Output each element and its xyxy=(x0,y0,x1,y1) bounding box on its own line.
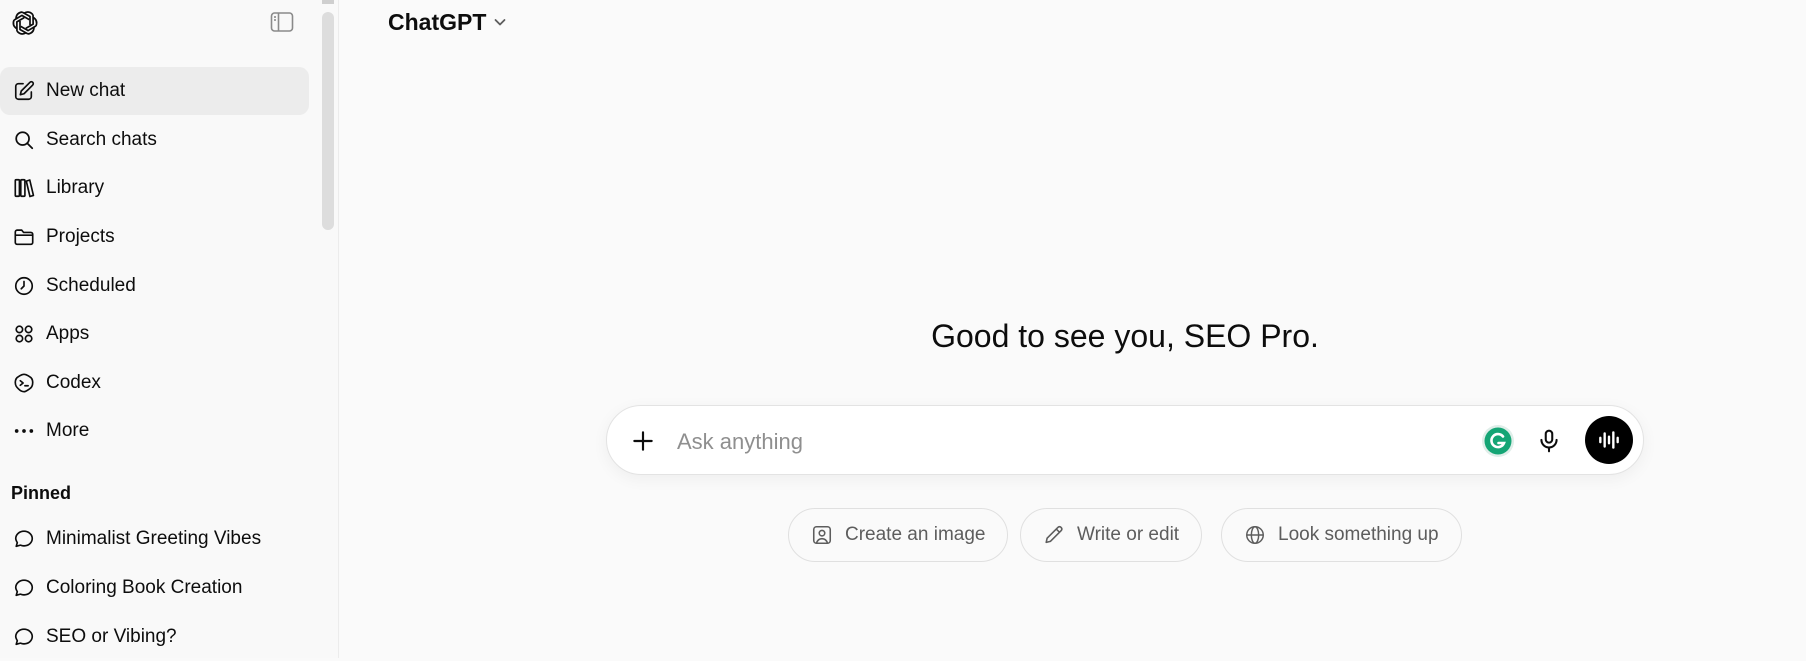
write-or-edit-button[interactable]: Write or edit xyxy=(1020,508,1203,562)
model-label: ChatGPT xyxy=(388,8,487,35)
grammarly-icon[interactable] xyxy=(1481,424,1515,458)
sidebar-item-label: More xyxy=(46,420,90,441)
create-image-button[interactable]: Create an image xyxy=(788,508,1009,562)
sidebar-item-scheduled[interactable]: Scheduled xyxy=(0,262,309,310)
sidebar-item-codex[interactable]: Codex xyxy=(0,359,309,407)
model-selector[interactable]: ChatGPT xyxy=(388,6,508,38)
pinned-chat-item[interactable]: Minimalist Greeting Vibes xyxy=(0,515,309,563)
sidebar-item-new-chat[interactable]: New chat xyxy=(0,67,309,115)
voice-mode-icon[interactable] xyxy=(1585,416,1633,464)
sidebar-item-more[interactable]: More xyxy=(0,407,309,455)
plus-icon[interactable] xyxy=(627,425,659,457)
search-icon xyxy=(12,128,36,152)
sidebar: New chat Search chats Library Projects S… xyxy=(0,0,339,658)
chevron-down-icon xyxy=(494,19,506,26)
scrollbar-up-arrow[interactable] xyxy=(322,0,334,4)
chat-bubble-icon xyxy=(12,527,36,551)
sidebar-toggle-icon[interactable] xyxy=(270,11,294,33)
greeting-heading: Good to see you, SEO Pro. xyxy=(931,318,1319,354)
folder-icon xyxy=(12,225,36,249)
pinned-section-label: Pinned xyxy=(11,483,72,503)
codex-icon xyxy=(12,371,36,395)
sidebar-item-apps[interactable]: Apps xyxy=(0,310,309,358)
sidebar-item-label: Scheduled xyxy=(46,275,136,296)
chip-label: Look something up xyxy=(1278,524,1439,545)
pinned-chat-item[interactable]: SEO or Vibing? xyxy=(0,613,309,661)
edit-icon xyxy=(12,79,36,103)
sidebar-item-label: New chat xyxy=(46,80,126,101)
ask-input[interactable] xyxy=(675,422,1479,462)
sidebar-item-search-chats[interactable]: Search chats xyxy=(0,116,309,164)
sidebar-item-label: Apps xyxy=(46,323,90,344)
chat-bubble-icon xyxy=(12,625,36,649)
sidebar-item-label: SEO or Vibing? xyxy=(46,626,177,647)
scrollbar-thumb[interactable] xyxy=(322,12,334,230)
more-dots-icon xyxy=(12,419,36,443)
sidebar-item-library[interactable]: Library xyxy=(0,164,309,212)
apps-grid-icon xyxy=(12,322,36,346)
composer xyxy=(606,405,1644,475)
openai-logo-icon[interactable] xyxy=(10,8,40,38)
sidebar-item-projects[interactable]: Projects xyxy=(0,213,309,261)
look-something-up-button[interactable]: Look something up xyxy=(1221,508,1462,562)
microphone-icon[interactable] xyxy=(1531,423,1567,459)
pencil-icon xyxy=(1045,526,1063,544)
sidebar-item-label: Minimalist Greeting Vibes xyxy=(46,528,262,549)
image-icon xyxy=(812,525,832,545)
sidebar-item-label: Search chats xyxy=(46,129,157,150)
sidebar-item-label: Library xyxy=(46,177,105,198)
clock-icon xyxy=(12,274,36,298)
chip-label: Write or edit xyxy=(1077,524,1180,545)
library-icon xyxy=(12,176,36,200)
globe-icon xyxy=(1246,526,1264,544)
chat-bubble-icon xyxy=(12,576,36,600)
pinned-chat-item[interactable]: Coloring Book Creation xyxy=(0,564,309,612)
sidebar-item-label: Coloring Book Creation xyxy=(46,577,243,598)
sidebar-item-label: Projects xyxy=(46,226,115,247)
sidebar-item-label: Codex xyxy=(46,372,101,393)
chip-label: Create an image xyxy=(845,524,986,545)
